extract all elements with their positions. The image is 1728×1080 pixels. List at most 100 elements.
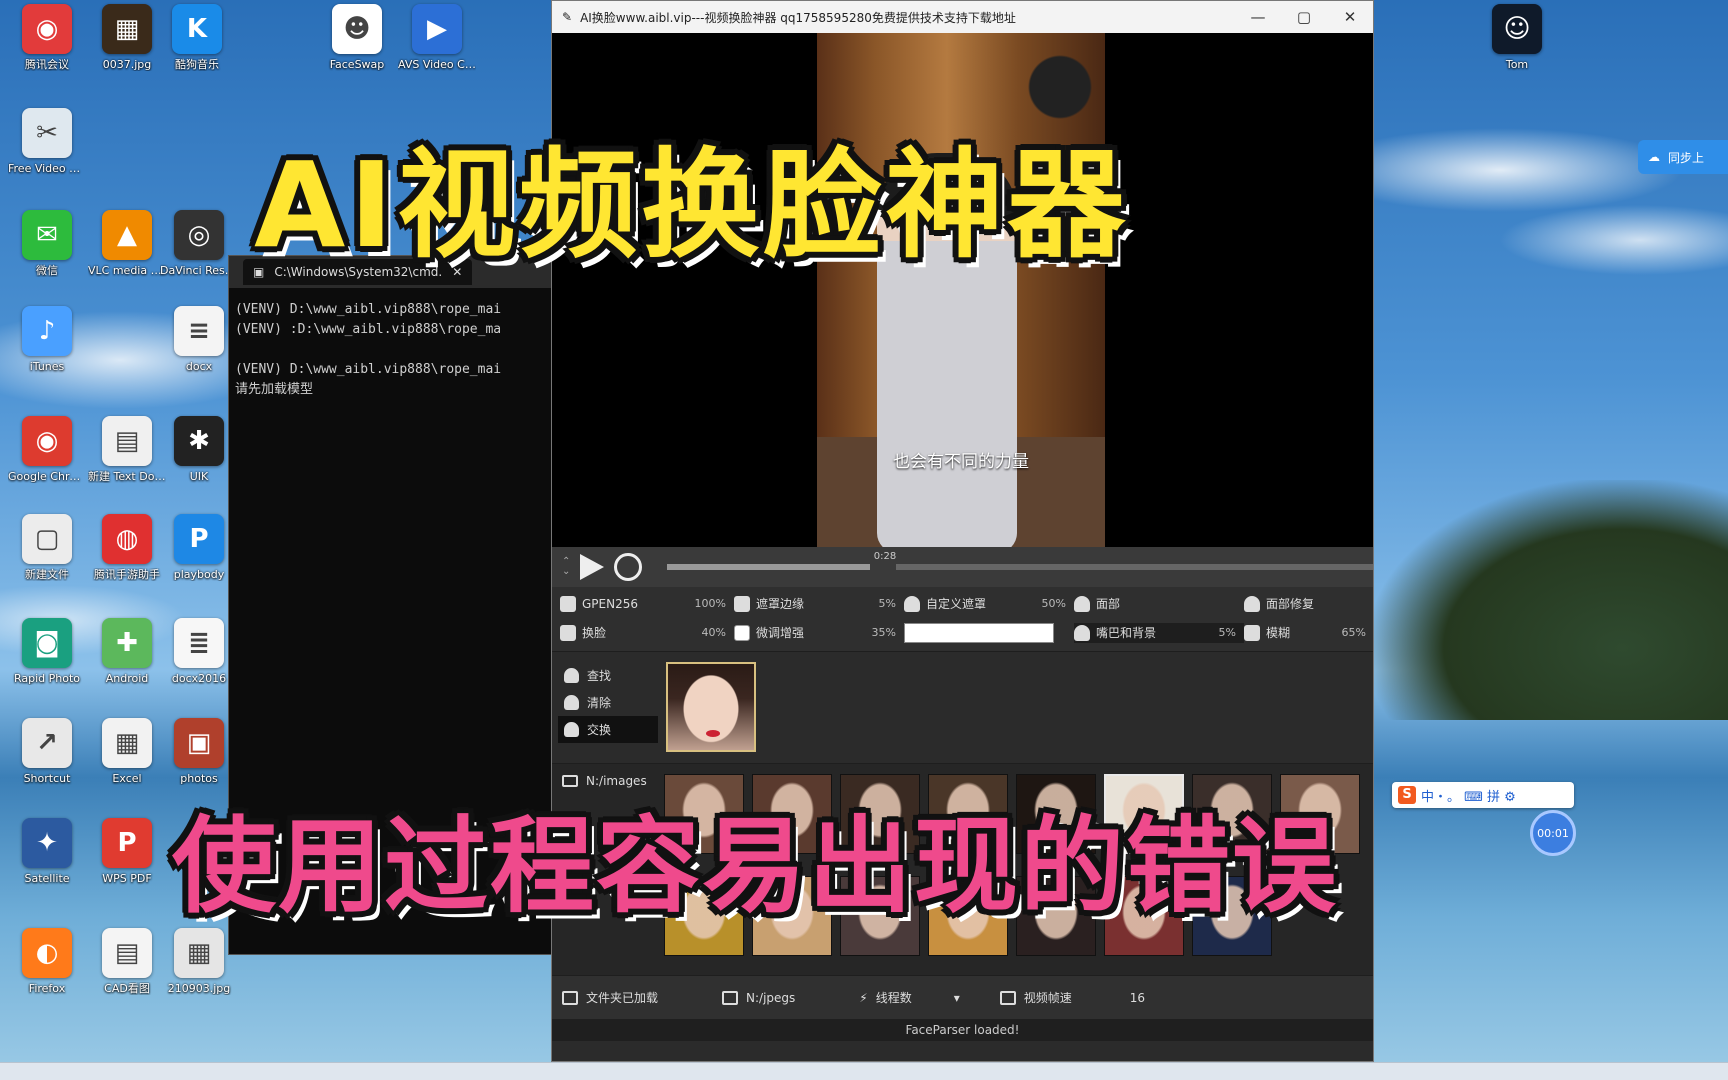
app-title: AI换脸www.aibl.vip---视频换脸神器 qq1758595280免费… (580, 10, 1016, 25)
face-actions: 查找 清除 交换 (558, 662, 658, 743)
param-control[interactable]: 模糊 65% (1244, 623, 1374, 644)
desktop-icon[interactable]: P WPS PDF (88, 818, 166, 885)
faces-folder-label: N:/images (586, 774, 647, 788)
desktop-icon[interactable]: ◉ 腾讯会议 (8, 4, 86, 71)
threads-control[interactable]: ⚡ 线程数 ▾ (859, 989, 959, 1006)
desktop-icon[interactable]: ◎ DaVinci Resolve (160, 210, 238, 277)
frame-icon (999, 990, 1016, 1005)
bottom-toolbar: 文件夹已加载 N:/jpegs ⚡ 线程数 ▾ 视频帧速 16 (552, 975, 1373, 1019)
desktop-icon-label: 新建文件 (25, 568, 69, 581)
param-control[interactable]: 面部 (1074, 595, 1244, 613)
android-icon: ✚ (102, 618, 152, 668)
seek-fill (667, 564, 872, 570)
param-control[interactable]: 面部修复 (1244, 595, 1374, 613)
frame-rate-label: 视频帧速 (1023, 991, 1072, 1005)
desktop-icon[interactable]: K 酷狗音乐 (158, 4, 236, 71)
person-icon (564, 722, 579, 737)
desktop-icon[interactable]: ✱ UIK (160, 416, 238, 483)
desktop-icon[interactable]: ◉ Google Chrome (8, 416, 86, 483)
desktop-icon[interactable]: ▦ 210903.jpg (160, 928, 238, 995)
slider-icon (1244, 624, 1260, 641)
face-action-button[interactable]: 查找 (558, 662, 658, 689)
person-icon (904, 595, 920, 612)
checkbox-icon (734, 624, 750, 641)
param-control[interactable]: 微调增强 35% (734, 623, 904, 644)
param-label: 嘴巴和背景 (1096, 626, 1157, 641)
param-label: 遮罩边缘 (756, 597, 805, 612)
desktop-icon[interactable]: ▦ Excel (88, 718, 166, 785)
frame-step-icon[interactable]: ⌃ ⌄ (562, 557, 570, 577)
param-control[interactable]: 换脸 40% (560, 623, 734, 644)
close-button[interactable]: ✕ (1327, 1, 1373, 33)
desktop-icon[interactable]: ▶ AVS Video Converter (398, 4, 476, 71)
desktop-icon[interactable]: ✂ Free Video Cutter Joi... (8, 108, 86, 175)
param-value: 35% (871, 626, 896, 640)
floating-timer-ball[interactable]: 00:01 (1530, 810, 1576, 856)
param-control[interactable]: GPEN256 100% (560, 595, 734, 613)
maximize-button[interactable]: ▢ (1281, 1, 1327, 33)
desktop-icon[interactable]: ♪ iTunes (8, 306, 86, 373)
param-control[interactable] (904, 622, 1074, 644)
spreadsheet-icon: ▦ (102, 718, 152, 768)
face-lips (706, 730, 720, 737)
desktop-icon[interactable]: ✦ Satellite (8, 818, 86, 885)
desktop-icon[interactable]: ↗ Shortcut (8, 718, 86, 785)
video-folder-label: 文件夹已加载 (586, 991, 659, 1005)
desktop-icon[interactable]: ▤ 新建 Text Document... (88, 416, 166, 483)
record-button[interactable] (614, 553, 643, 581)
desktop-icon[interactable]: ▢ 新建文件 (8, 514, 86, 581)
face-action-button[interactable]: 清除 (558, 689, 658, 716)
app-icon: ✎ (562, 10, 573, 24)
status-bar: FaceParser loaded! (552, 1019, 1373, 1041)
desktop-icon[interactable]: ▲ VLC media player (88, 210, 166, 277)
davinci-icon: ◎ (174, 210, 224, 260)
desktop-icon[interactable]: ✉ 微信 (8, 210, 86, 277)
desktop-icon-label: 0037.jpg (102, 58, 152, 71)
face-action-button[interactable]: 交换 (558, 716, 658, 743)
param-label: GPEN256 (582, 596, 638, 611)
play-button[interactable] (580, 554, 605, 580)
desktop-icon-label: Firefox (28, 982, 66, 995)
desktop-icon[interactable]: ☺ Tom (1478, 4, 1556, 71)
desktop-icon-label: 新建 Text Document... (88, 470, 166, 483)
param-control[interactable]: 遮罩边缘 5% (734, 595, 904, 613)
desktop-icon[interactable]: ≣ docx2016 (160, 618, 238, 685)
cloud-sync-button[interactable]: ☁ 同步上 (1638, 140, 1728, 174)
minimize-button[interactable]: — (1235, 1, 1281, 33)
video-folder-button[interactable]: 文件夹已加载 (562, 989, 658, 1006)
desktop-icon[interactable]: ✚ Android (88, 618, 166, 685)
ime-toolbar[interactable]: S 中・。 ⌨ 拼 ⚙ (1392, 782, 1574, 808)
taskbar[interactable] (0, 1062, 1728, 1080)
param-control[interactable]: 嘴巴和背景 5% (1074, 622, 1244, 643)
desktop-icon-label: 腾讯会议 (25, 58, 69, 71)
desktop-icon[interactable]: ▣ photos (160, 718, 238, 785)
desktop-icon[interactable]: Pplaybody (160, 514, 238, 581)
app-titlebar[interactable]: ✎ AI换脸www.aibl.vip---视频换脸神器 qq1758595280… (552, 1, 1373, 33)
desktop-icon-label: AVS Video Converter (398, 58, 476, 71)
desktop-icon[interactable]: ≡ docx (160, 306, 238, 373)
desktop-icon[interactable]: ◍ 腾讯手游助手 (88, 514, 166, 581)
desktop-icon-label: Shortcut (23, 772, 71, 785)
frame-rate-control[interactable]: 视频帧速 16 (999, 989, 1145, 1006)
desktop-icon[interactable]: ▦ 0037.jpg (88, 4, 166, 71)
person-icon (564, 668, 579, 683)
desktop-icon[interactable]: ☻ FaceSwap (318, 4, 396, 71)
firefox-icon: ◐ (22, 928, 72, 978)
photo-app-icon: ◙ (22, 618, 72, 668)
video-converter-icon: ▶ (412, 4, 462, 54)
desktop-icon[interactable]: ◙ Rapid Photo (8, 618, 86, 685)
output-folder-button[interactable]: N:/jpegs (722, 990, 795, 1005)
desktop-icon[interactable]: ◐ Firefox (8, 928, 86, 995)
selected-source-face[interactable] (666, 662, 756, 752)
faces-folder-button[interactable]: N:/images (562, 774, 647, 788)
mask-text-input[interactable] (904, 622, 1054, 643)
desktop-icon-label: DaVinci Resolve (160, 264, 238, 277)
desktop-icon[interactable]: ▤ CAD看图 (88, 928, 166, 995)
video-preview[interactable]: 也会有不同的力量 (552, 33, 1373, 582)
param-control[interactable]: 自定义遮罩 50% (904, 595, 1074, 613)
threads-dropdown-icon[interactable]: ▾ (954, 991, 960, 1005)
desktop-icon-label: docx (185, 360, 213, 373)
desktop-icon-label: Google Chrome (8, 470, 86, 483)
seek-slider[interactable]: 0:28 (667, 551, 1373, 576)
param-label: 微调增强 (756, 626, 805, 641)
